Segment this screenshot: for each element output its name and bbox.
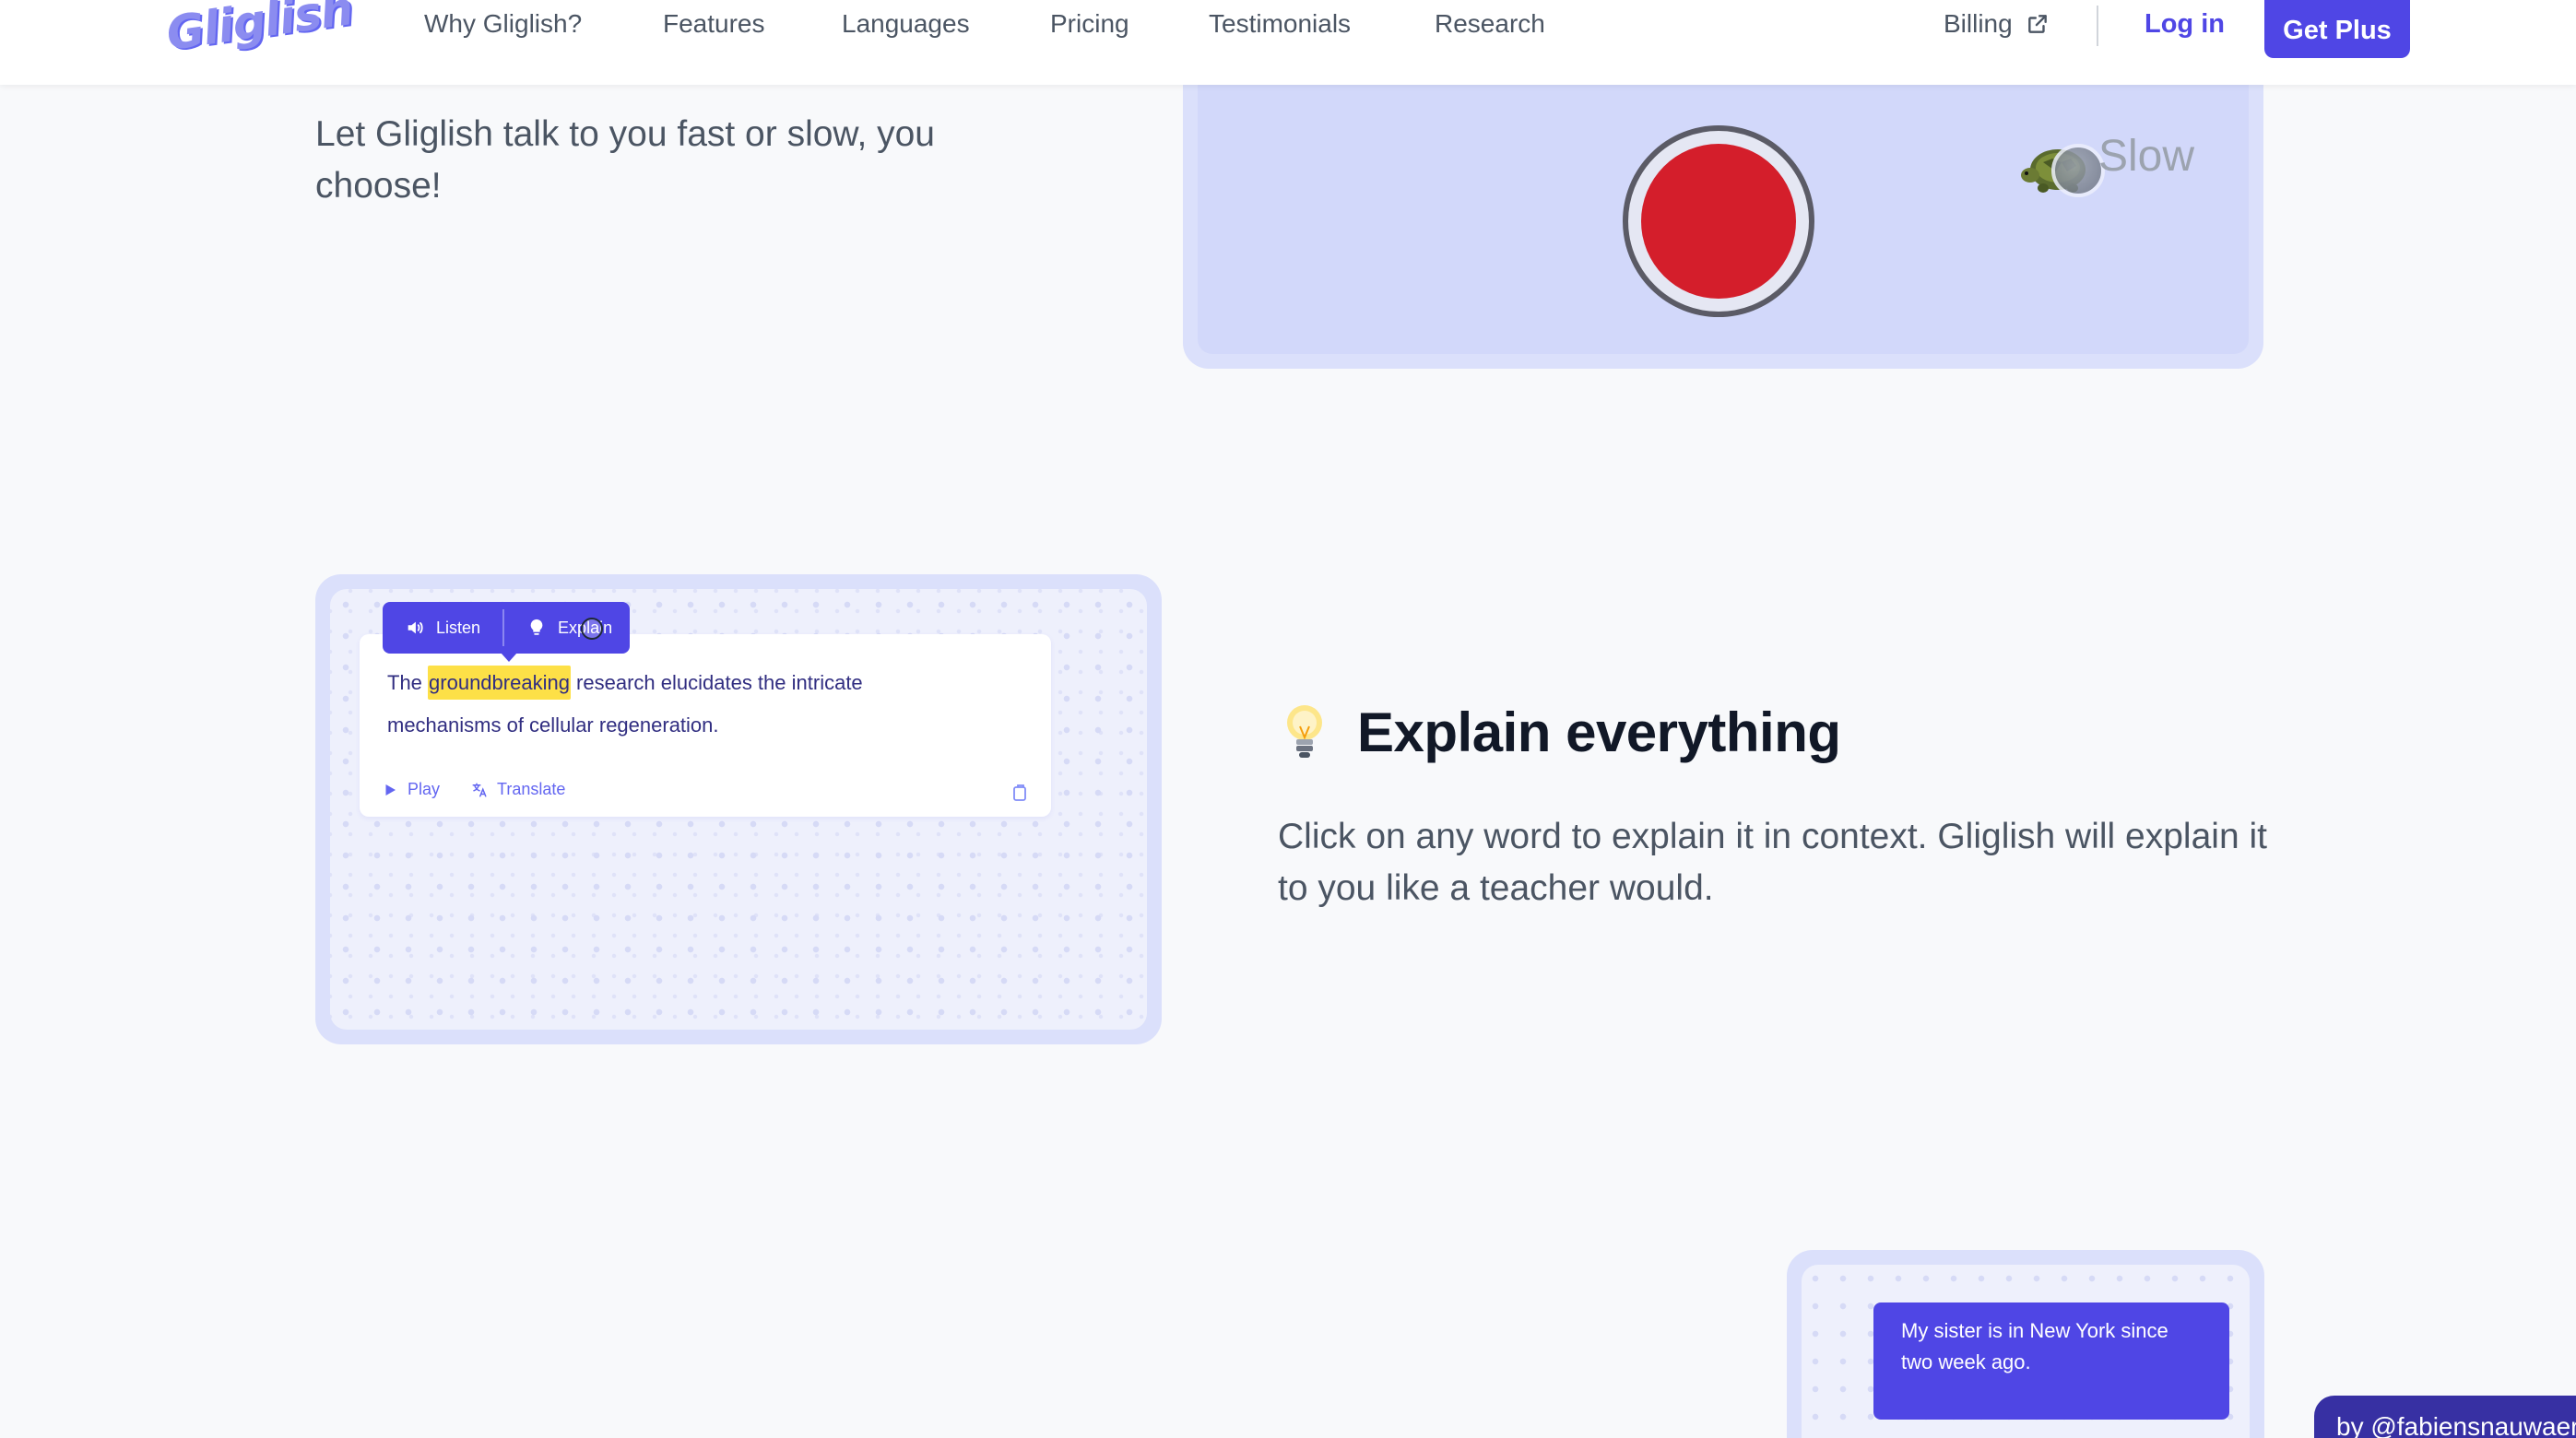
nav-link-pricing[interactable]: Pricing	[1050, 9, 1129, 39]
copy-icon[interactable]	[1012, 784, 1029, 802]
listen-label: Listen	[436, 618, 481, 637]
sentence-actions: Play Translate	[382, 780, 565, 799]
record-button[interactable]	[1641, 144, 1796, 299]
user-chat-message: My sister is in New York since two week …	[1873, 1302, 2229, 1420]
nav-link-why-gliglish[interactable]: Why Gliglish?	[424, 9, 582, 39]
lightbulb-emoji-icon	[1287, 705, 1322, 758]
speed-slider-thumb[interactable]	[2051, 144, 2105, 197]
nav-link-features[interactable]: Features	[663, 9, 765, 39]
nav-link-research[interactable]: Research	[1435, 9, 1545, 39]
translate-label: Translate	[497, 780, 566, 798]
nav-link-languages[interactable]: Languages	[842, 9, 970, 39]
billing-link[interactable]: Billing	[1944, 9, 2050, 39]
top-navbar: Gliglish Why Gliglish? Features Language…	[0, 0, 2576, 85]
author-credit-badge[interactable]: by @fabiensnauwaert	[2314, 1396, 2576, 1438]
nav-link-testimonials[interactable]: Testimonials	[1209, 9, 1351, 39]
translate-button[interactable]: Translate	[471, 780, 565, 799]
billing-label: Billing	[1944, 9, 2013, 38]
mouse-cursor	[581, 618, 603, 640]
example-sentence: The groundbreaking research elucidates t…	[387, 662, 959, 747]
speaker-icon	[408, 621, 423, 634]
listen-button[interactable]: Listen	[383, 602, 480, 654]
play-label: Play	[408, 780, 441, 798]
external-link-icon	[2027, 15, 2047, 33]
slow-label: Slow	[2098, 132, 2195, 181]
nav-divider	[2097, 6, 2098, 46]
speed-description: Let Gliglish talk to you fast or slow, y…	[315, 114, 935, 206]
translate-icon	[472, 783, 487, 796]
get-plus-button[interactable]: Get Plus	[2264, 0, 2410, 58]
login-link[interactable]: Log in	[2145, 9, 2225, 40]
sentence-start: The	[387, 671, 429, 694]
explain-description: Click on any word to explain it in conte…	[1278, 817, 2267, 908]
play-icon	[385, 784, 396, 796]
gliglish-logo[interactable]: Gliglish	[163, 0, 356, 61]
play-button[interactable]: Play	[382, 780, 440, 799]
explain-everything-heading: Explain everything	[1357, 701, 1841, 763]
lightbulb-icon	[530, 619, 543, 635]
highlighted-word[interactable]: groundbreaking	[428, 666, 571, 700]
